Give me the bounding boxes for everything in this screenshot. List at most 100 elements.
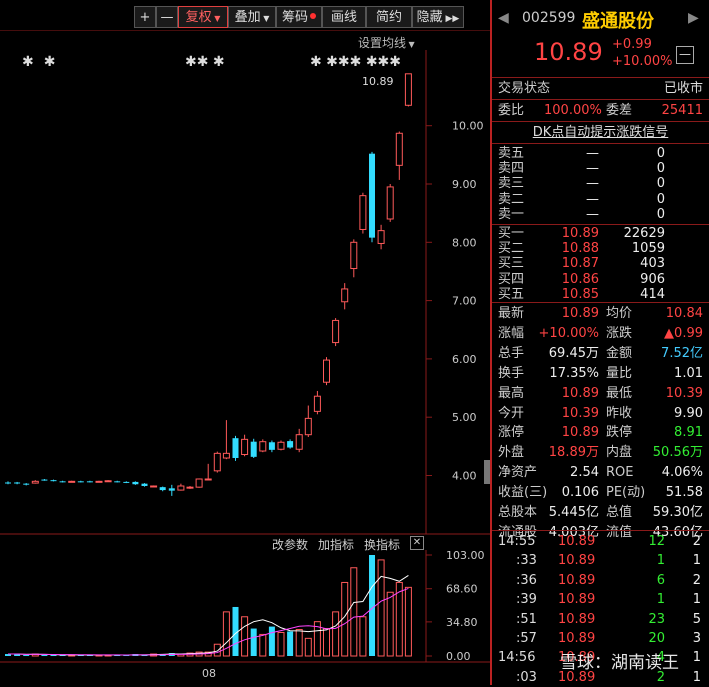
add-indicator-button[interactable]: 加指标 bbox=[318, 536, 354, 553]
quote-value: 10.89 bbox=[561, 306, 599, 321]
tick-price: 10.89 bbox=[558, 534, 596, 549]
trade-status-row: 交易状态 已收市 bbox=[492, 79, 709, 98]
quote-row: 涨幅 +10.00% 涨跌 ▲0.99 bbox=[492, 324, 709, 343]
switch-indicator-button[interactable]: 换指标 bbox=[364, 536, 400, 553]
quote-value: 2.54 bbox=[570, 465, 599, 481]
change-params-button[interactable]: 改参数 bbox=[272, 536, 308, 553]
level-price: — bbox=[586, 191, 599, 207]
tick-count: 1 bbox=[692, 553, 701, 569]
quote-row: 净资产 2.54 ROE 4.06% bbox=[492, 463, 709, 482]
level-price: 10.88 bbox=[561, 241, 599, 257]
candle bbox=[341, 283, 349, 310]
kline-chart-area[interactable]: 10.00 9.00 8.00 7.00 6.00 5.00 4.00 103.00 68.6… bbox=[0, 30, 490, 685]
jianyue-button[interactable]: 简约 bbox=[366, 6, 412, 28]
minimize-icon[interactable]: — bbox=[676, 46, 694, 64]
star-markers-left: ✱✱ bbox=[22, 54, 66, 70]
candle bbox=[204, 463, 212, 481]
tick-time: 14:56 bbox=[498, 650, 536, 666]
level-volume: 0 bbox=[656, 146, 665, 161]
divider bbox=[492, 224, 709, 225]
chouma-button[interactable]: 筹码 bbox=[276, 6, 322, 28]
candle bbox=[304, 405, 312, 438]
bid-row[interactable]: 买一 10.89 22629 bbox=[492, 226, 709, 241]
level-label: 买四 bbox=[498, 271, 525, 287]
candles bbox=[5, 73, 412, 496]
candle bbox=[259, 439, 267, 453]
candle bbox=[313, 390, 321, 415]
candle bbox=[395, 131, 403, 180]
candle bbox=[250, 438, 257, 459]
quote-label: 总手 bbox=[498, 345, 525, 361]
quote-label: 金额 bbox=[606, 345, 633, 361]
level-volume: 0 bbox=[656, 176, 665, 192]
stock-name: 盛通股份 bbox=[582, 11, 654, 32]
price-tick-label: 9.00 bbox=[452, 178, 477, 191]
quote-value: 1.01 bbox=[674, 365, 703, 381]
bid-row[interactable]: 买二 10.88 1059 bbox=[492, 241, 709, 256]
huaxian-button[interactable]: 画线 bbox=[322, 6, 366, 28]
quote-value: 4.06% bbox=[661, 465, 703, 481]
ask-row[interactable]: 卖三 — 0 bbox=[492, 176, 709, 191]
date-label: 08 bbox=[202, 667, 216, 680]
zoom-in-button[interactable]: + bbox=[134, 6, 156, 28]
next-stock-icon[interactable]: ▶ bbox=[688, 10, 699, 26]
candle bbox=[77, 480, 84, 483]
candle bbox=[123, 481, 130, 484]
close-icon[interactable]: ✕ bbox=[410, 536, 424, 550]
quote-value: 17.35% bbox=[549, 365, 599, 381]
volume-bar bbox=[268, 626, 275, 656]
quote-label: 量比 bbox=[606, 365, 633, 381]
quote-label: 今开 bbox=[498, 405, 525, 421]
candle bbox=[132, 481, 139, 485]
quote-label: 净资产 bbox=[498, 465, 538, 481]
ask-row[interactable]: 卖一 — 0 bbox=[492, 207, 709, 222]
diejia-dropdown[interactable]: 叠加 ▼ bbox=[228, 6, 276, 28]
ask-row[interactable]: 卖五 — 0 bbox=[492, 146, 709, 161]
volume-bar bbox=[386, 591, 394, 657]
candle bbox=[241, 434, 249, 457]
quote-value: 50.56万 bbox=[652, 445, 703, 461]
quote-value: 69.45万 bbox=[548, 345, 599, 361]
candle bbox=[150, 485, 158, 488]
candle bbox=[213, 451, 221, 473]
candle bbox=[232, 435, 239, 461]
yincang-button[interactable]: 隐藏 ▶▶ bbox=[412, 6, 464, 28]
set-ma-button[interactable]: 设置均线 ▼ bbox=[358, 34, 415, 51]
quote-label: 收益(三) bbox=[498, 485, 548, 501]
weicha-value: 25411 bbox=[661, 103, 703, 118]
ask-row[interactable]: 卖二 — 0 bbox=[492, 192, 709, 207]
tick-count: 1 bbox=[692, 592, 701, 608]
ask-row[interactable]: 卖四 — 0 bbox=[492, 161, 709, 176]
volume-axis-ticks: 103.00 68.60 34.80 0.00 bbox=[426, 549, 485, 663]
bid-row[interactable]: 买三 10.87 403 bbox=[492, 256, 709, 271]
volume-tick-label: 34.80 bbox=[446, 616, 478, 629]
notification-dot-icon bbox=[310, 13, 316, 19]
candle bbox=[114, 480, 121, 483]
quote-row: 换手 17.35% 量比 1.01 bbox=[492, 364, 709, 383]
prev-stock-icon[interactable]: ◀ bbox=[498, 10, 509, 26]
tick-volume: 23 bbox=[648, 611, 665, 627]
quote-label: 均价 bbox=[606, 306, 633, 321]
price-tick-label: 8.00 bbox=[452, 236, 477, 249]
quote-value: 10.39 bbox=[665, 385, 703, 401]
level-price: — bbox=[586, 206, 599, 222]
level-price: 10.85 bbox=[561, 286, 599, 302]
diejia-label: 叠加 bbox=[234, 10, 261, 25]
price-tick-label: 5.00 bbox=[452, 411, 477, 424]
quote-value: 18.89万 bbox=[548, 445, 599, 461]
bid-row[interactable]: 买五 10.85 414 bbox=[492, 287, 709, 302]
fuquan-dropdown[interactable]: 复权 ▼ bbox=[178, 6, 228, 28]
level-label: 买二 bbox=[498, 241, 525, 257]
dk-signal-link[interactable]: DK点自动提示涨跌信号 bbox=[492, 123, 709, 142]
divider bbox=[492, 99, 709, 100]
watermark: 雪球：湖南读王 bbox=[560, 653, 679, 673]
zoom-out-button[interactable]: — bbox=[156, 6, 178, 28]
candle bbox=[386, 184, 394, 222]
level-volume: 1059 bbox=[631, 241, 665, 257]
volume-bar bbox=[213, 643, 221, 657]
kline-chart[interactable]: 10.00 9.00 8.00 7.00 6.00 5.00 4.00 103.00 68.6… bbox=[0, 30, 490, 685]
tick-time: :51 bbox=[516, 611, 537, 627]
bid-row[interactable]: 买四 10.86 906 bbox=[492, 272, 709, 287]
tick-count: 2 bbox=[692, 572, 701, 588]
quote-row: 最新 10.89 均价 10.84 bbox=[492, 304, 709, 323]
